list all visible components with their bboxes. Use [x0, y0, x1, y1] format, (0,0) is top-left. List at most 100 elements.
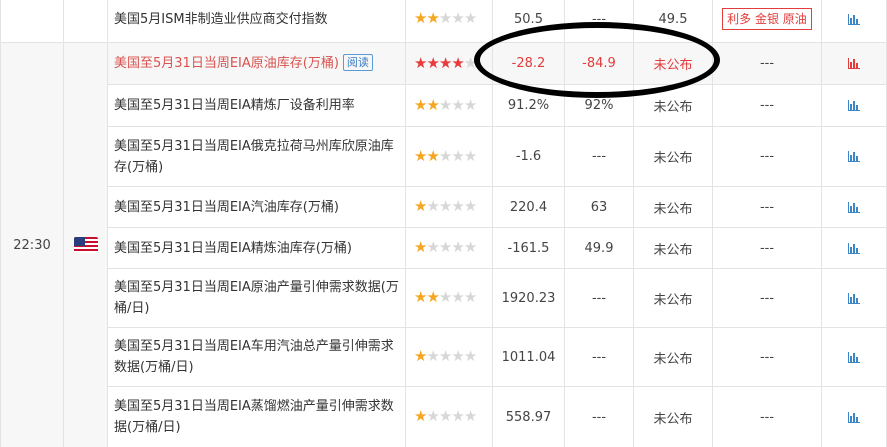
- star-empty-icon: ★: [426, 347, 439, 365]
- bar-chart-icon[interactable]: [848, 410, 860, 425]
- forecast-value: ---: [564, 0, 634, 43]
- actual-value: 49.5: [633, 0, 713, 43]
- previous-value: -161.5: [492, 227, 565, 269]
- flag-cell: [63, 0, 108, 43]
- previous-value: -28.2: [492, 42, 565, 85]
- forecast-value: -84.9: [564, 42, 634, 85]
- table-row: 美国至5月31日当周EIA车用汽油总产量引伸需求数据(万桶/日) ★★★★★ 1…: [1, 327, 887, 387]
- star-empty-icon: ★: [426, 407, 439, 425]
- star-empty-icon: ★: [438, 238, 452, 256]
- star-empty-icon: ★: [451, 347, 464, 365]
- event-name-text: 美国至5月31日当周EIA车用汽油总产量引伸需求数据(万桶/日): [114, 339, 394, 375]
- chart-cell[interactable]: [821, 84, 887, 127]
- previous-value: 1920.23: [492, 268, 565, 328]
- forecast-value: ---: [564, 386, 634, 447]
- event-name[interactable]: 美国至5月31日当周EIA精炼厂设备利用率: [107, 84, 406, 127]
- previous-value: -1.6: [492, 126, 565, 187]
- actual-value: 未公布: [633, 227, 713, 269]
- chart-cell[interactable]: [821, 268, 887, 328]
- event-name[interactable]: 美国至5月31日当周EIA车用汽油总产量引伸需求数据(万桶/日): [107, 327, 406, 387]
- bar-chart-icon[interactable]: [848, 56, 860, 71]
- star-empty-icon: ★: [463, 238, 477, 256]
- table-row: 美国至5月31日当周EIA汽油库存(万桶) ★★★★★ 220.4 63 未公布…: [1, 186, 887, 228]
- star-empty-icon: ★: [451, 197, 464, 215]
- event-name[interactable]: 美国5月ISM非制造业供应商交付指数: [107, 0, 406, 43]
- star-filled-icon: ★: [426, 9, 439, 27]
- star-empty-icon: ★: [463, 146, 477, 165]
- event-name-text: 美国至5月31日当周EIA精炼厂设备利用率: [114, 98, 355, 113]
- chart-cell[interactable]: [821, 0, 887, 43]
- effect-cell: ---: [712, 126, 822, 187]
- event-name-text: 美国至5月31日当周EIA精炼油库存(万桶): [114, 240, 352, 256]
- event-name[interactable]: 美国至5月31日当周EIA原油库存(万桶) 阅读: [107, 42, 406, 85]
- event-name-text: 美国至5月31日当周EIA俄克拉荷马州库欣原油库存(万桶): [114, 138, 394, 175]
- bar-chart-icon[interactable]: [848, 350, 860, 365]
- star-empty-icon: ★: [426, 238, 439, 256]
- star-empty-icon: ★: [438, 288, 452, 306]
- bar-chart-icon[interactable]: [848, 12, 860, 27]
- star-empty-icon: ★: [438, 197, 452, 215]
- event-time: 22:30: [0, 42, 64, 447]
- effect-cell: ---: [712, 386, 822, 447]
- read-button[interactable]: 阅读: [342, 54, 373, 71]
- star-empty-icon: ★: [438, 347, 452, 365]
- bar-chart-icon[interactable]: [848, 149, 860, 164]
- time-cell: [0, 0, 64, 43]
- importance-stars: ★★★★★: [405, 186, 493, 228]
- event-name[interactable]: 美国至5月31日当周EIA原油产量引伸需求数据(万桶/日): [107, 268, 406, 328]
- event-name-text: 美国至5月31日当周EIA原油产量引伸需求数据(万桶/日): [114, 280, 399, 316]
- event-name-text: 美国至5月31日当周EIA汽油库存(万桶): [114, 199, 339, 215]
- star-filled-icon: ★: [414, 238, 427, 256]
- star-filled-icon: ★: [426, 288, 439, 306]
- star-empty-icon: ★: [463, 347, 477, 365]
- bar-chart-icon[interactable]: [848, 291, 860, 306]
- bar-chart-icon[interactable]: [848, 98, 860, 113]
- star-empty-icon: ★: [451, 146, 464, 165]
- event-name[interactable]: 美国至5月31日当周EIA精炼油库存(万桶): [107, 227, 406, 269]
- star-empty-icon: ★: [426, 197, 439, 215]
- star-empty-icon: ★: [451, 9, 464, 27]
- previous-value: 91.2%: [492, 84, 565, 127]
- chart-cell[interactable]: [821, 386, 887, 447]
- star-filled-icon: ★: [414, 288, 427, 306]
- importance-stars: ★★★★★: [405, 42, 493, 85]
- event-name[interactable]: 美国至5月31日当周EIA俄克拉荷马州库欣原油库存(万桶): [107, 126, 406, 187]
- actual-value: 未公布: [633, 42, 713, 85]
- forecast-value: 49.9: [564, 227, 634, 269]
- chart-cell[interactable]: [821, 227, 887, 269]
- table-row: 22:30 美国至5月31日当周EIA原油库存(万桶) 阅读 ★★★★★ -28…: [0, 42, 887, 447]
- previous-value: 1011.04: [492, 327, 565, 387]
- star-filled-icon: ★: [426, 95, 439, 114]
- event-name[interactable]: 美国至5月31日当周EIA蒸馏燃油产量引伸需求数据(万桶/日): [107, 386, 406, 447]
- bar-chart-icon[interactable]: [848, 200, 860, 215]
- previous-value: 50.5: [492, 0, 565, 43]
- chart-cell[interactable]: [821, 42, 887, 85]
- event-name-text: 美国至5月31日当周EIA原油库存(万桶): [114, 56, 339, 71]
- importance-stars: ★★★★★: [405, 227, 493, 269]
- star-filled-icon: ★: [438, 53, 452, 72]
- chart-cell[interactable]: [821, 126, 887, 187]
- actual-value: 未公布: [633, 84, 713, 127]
- flag-cell: [63, 42, 108, 447]
- star-empty-icon: ★: [438, 407, 452, 425]
- economic-calendar-table: 美国5月ISM非制造业供应商交付指数 ★★★★★ 50.5 --- 49.5 利…: [0, 0, 887, 447]
- chart-cell[interactable]: [821, 186, 887, 228]
- star-empty-icon: ★: [463, 9, 477, 27]
- star-filled-icon: ★: [414, 407, 427, 425]
- star-filled-icon: ★: [414, 9, 427, 27]
- forecast-value: 92%: [564, 84, 634, 127]
- effect-cell: ---: [712, 268, 822, 328]
- effect-badge: 利多 金银 原油: [722, 8, 812, 30]
- chart-cell[interactable]: [821, 327, 887, 387]
- star-empty-icon: ★: [438, 146, 452, 165]
- event-name[interactable]: 美国至5月31日当周EIA汽油库存(万桶): [107, 186, 406, 228]
- forecast-value: 63: [564, 186, 634, 228]
- us-flag-icon: [73, 237, 98, 253]
- star-empty-icon: ★: [451, 238, 464, 256]
- table-row: 美国5月ISM非制造业供应商交付指数 ★★★★★ 50.5 --- 49.5 利…: [0, 0, 887, 43]
- star-empty-icon: ★: [438, 95, 452, 114]
- previous-value: 220.4: [492, 186, 565, 228]
- bar-chart-icon[interactable]: [848, 241, 860, 256]
- star-filled-icon: ★: [426, 146, 439, 165]
- importance-stars: ★★★★★: [405, 327, 493, 387]
